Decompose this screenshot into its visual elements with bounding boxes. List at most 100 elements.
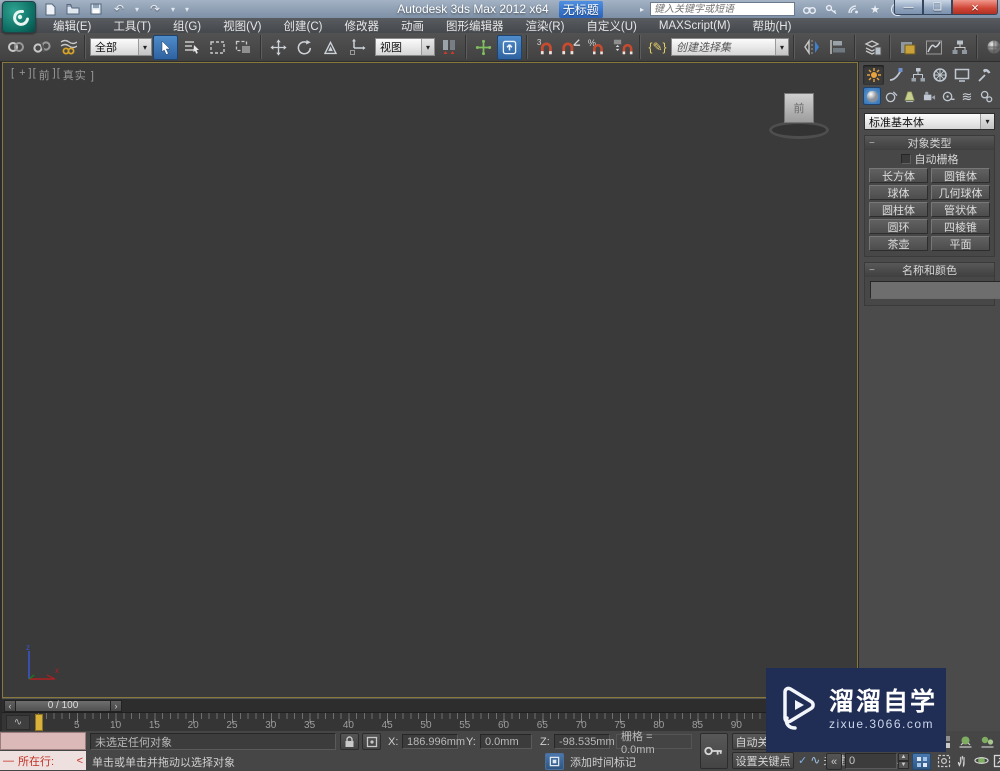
category-cameras[interactable] [920, 87, 938, 105]
object-type-button[interactable]: 圆环 [869, 219, 928, 234]
track-bar[interactable]: ∿ 05101520253035404550556065707580859095… [2, 712, 858, 731]
set-key-button[interactable]: 设置关键点 [732, 752, 794, 769]
pan-view-button[interactable] [952, 752, 971, 769]
frame-spinner-down[interactable]: ▼ [898, 761, 909, 769]
material-editor-button[interactable] [982, 35, 1000, 60]
z-coord-field[interactable]: -98.535mm [554, 734, 615, 749]
open-mini-curve-editor-button[interactable]: ∿ [6, 715, 30, 730]
object-type-button[interactable]: 圆柱体 [869, 202, 928, 217]
zoom-extents-button[interactable] [956, 733, 975, 750]
current-frame-marker[interactable] [35, 714, 43, 731]
maxscript-mini-listener-macro[interactable] [0, 732, 86, 750]
set-keys-button[interactable] [700, 733, 728, 769]
infocenter-collapse-icon[interactable]: ▸ [640, 5, 644, 14]
maximize-viewport-button[interactable] [990, 752, 1000, 769]
close-button[interactable]: × [952, 0, 998, 15]
object-type-button[interactable]: 球体 [869, 185, 928, 200]
search-input[interactable] [650, 2, 796, 16]
schematic-view-button[interactable] [947, 35, 972, 60]
object-type-button[interactable]: 圆锥体 [931, 168, 990, 183]
undo-button[interactable]: ↶ [109, 2, 129, 17]
redo-dropdown-button[interactable]: ▾ [168, 2, 178, 17]
name-color-rollout-header[interactable]: − 名称和颜色 [865, 263, 994, 277]
viewport-menu-shading[interactable]: 真实 ] [63, 67, 95, 83]
key-mode-toggle-button[interactable] [912, 753, 931, 770]
select-and-rotate-button[interactable] [292, 35, 317, 60]
category-helpers[interactable] [939, 87, 957, 105]
next-frame-button[interactable]: › [110, 699, 122, 712]
layer-manager-button[interactable] [860, 35, 885, 60]
menu-item[interactable]: 渲染(R) [514, 18, 575, 33]
tab-hierarchy[interactable] [907, 65, 928, 85]
object-type-button[interactable]: 长方体 [869, 168, 928, 183]
select-by-name-button[interactable] [179, 35, 204, 60]
object-name-input[interactable] [870, 281, 1000, 299]
use-pivot-point-center-button[interactable] [436, 35, 461, 60]
viewcube-compass-ring[interactable] [769, 121, 829, 139]
category-systems[interactable] [977, 87, 995, 105]
menu-item[interactable]: 编辑(E) [42, 18, 102, 33]
bind-to-space-warp-button[interactable] [55, 35, 80, 60]
orbit-view-button[interactable] [972, 752, 991, 769]
favorites-button[interactable]: ★ [867, 2, 883, 16]
menu-item[interactable]: MAXScript(M) [648, 18, 742, 33]
keyboard-shortcut-override-button[interactable] [497, 34, 522, 60]
select-and-scale-button[interactable] [318, 35, 343, 60]
menu-item[interactable]: 自定义(U) [575, 18, 647, 33]
zoom-extents-all-selected-button[interactable] [978, 733, 997, 750]
object-type-button[interactable]: 管状体 [931, 202, 990, 217]
tab-display[interactable] [951, 65, 972, 85]
subscription-center-button[interactable] [823, 2, 839, 16]
object-type-button[interactable]: 几何球体 [931, 185, 990, 200]
time-tag-icon-button[interactable] [545, 753, 564, 770]
select-and-link-button[interactable] [3, 35, 28, 60]
time-slider-track[interactable]: ‹ 0 / 100 › [2, 698, 858, 712]
snaps-toggle-button[interactable]: 3 [532, 35, 557, 60]
angle-snap-toggle-button[interactable] [558, 35, 583, 60]
menu-item[interactable]: 工具(T) [102, 18, 162, 33]
object-type-button[interactable]: 茶壶 [869, 236, 928, 251]
viewport-front[interactable]: [ + ][ 前 ][ 真实 ] 前 z x [2, 62, 858, 698]
search-button[interactable] [801, 2, 817, 16]
edit-named-selection-sets-button[interactable]: {✎} [645, 35, 670, 60]
category-space-warps[interactable]: ≋ [958, 87, 976, 105]
select-and-move-button[interactable] [266, 35, 291, 60]
snap-handles-button[interactable] [344, 35, 374, 60]
go-to-start-button[interactable]: « [826, 753, 842, 770]
new-file-button[interactable] [40, 2, 60, 17]
viewport-menu-view[interactable]: 前 [39, 67, 51, 83]
category-lights[interactable] [901, 87, 919, 105]
redo-button[interactable]: ↷ [145, 2, 165, 17]
viewport-menu-plus[interactable]: [ + [11, 67, 27, 83]
viewcube[interactable]: 前 [769, 91, 829, 143]
mirror-button[interactable] [799, 35, 824, 60]
category-shapes[interactable] [882, 87, 900, 105]
zoom-region-button[interactable] [934, 752, 953, 769]
viewcube-front-face[interactable]: 前 [784, 93, 814, 123]
tab-motion[interactable] [929, 65, 950, 85]
autogrid-checkbox[interactable] [900, 153, 911, 164]
minimize-button[interactable]: — [894, 0, 923, 15]
window-crossing-toggle-button[interactable] [231, 35, 256, 60]
track-bar-ruler[interactable]: 0510152025303540455055606570758085909510… [35, 713, 823, 732]
default-tangent-icon[interactable]: ✓ [798, 754, 807, 767]
save-file-button[interactable] [86, 2, 106, 17]
menu-item[interactable]: 动画 [390, 18, 435, 33]
menu-item[interactable]: 修改器 [333, 18, 390, 33]
undo-dropdown-button[interactable]: ▾ [132, 2, 142, 17]
named-selection-sets-dropdown[interactable]: 创建选择集 ▾ [671, 38, 789, 56]
category-geometry[interactable] [863, 87, 881, 105]
reference-coordinate-system-dropdown[interactable]: 视图 ▾ [375, 38, 435, 56]
selection-lock-toggle[interactable] [340, 733, 359, 750]
customize-qat-button[interactable]: ▾ [181, 2, 193, 17]
maximize-button[interactable]: ❏ [923, 0, 952, 15]
communication-center-button[interactable] [845, 2, 861, 16]
align-button[interactable] [825, 35, 850, 60]
maxscript-mini-listener-script[interactable]: — 所在行: < [0, 751, 86, 770]
menu-item[interactable]: 组(G) [162, 18, 212, 33]
x-coord-field[interactable]: 186.996mm [402, 734, 465, 749]
menu-item[interactable]: 视图(V) [212, 18, 272, 33]
current-frame-input[interactable] [845, 753, 897, 769]
menu-item[interactable]: 创建(C) [272, 18, 333, 33]
object-type-button[interactable]: 平面 [931, 236, 990, 251]
